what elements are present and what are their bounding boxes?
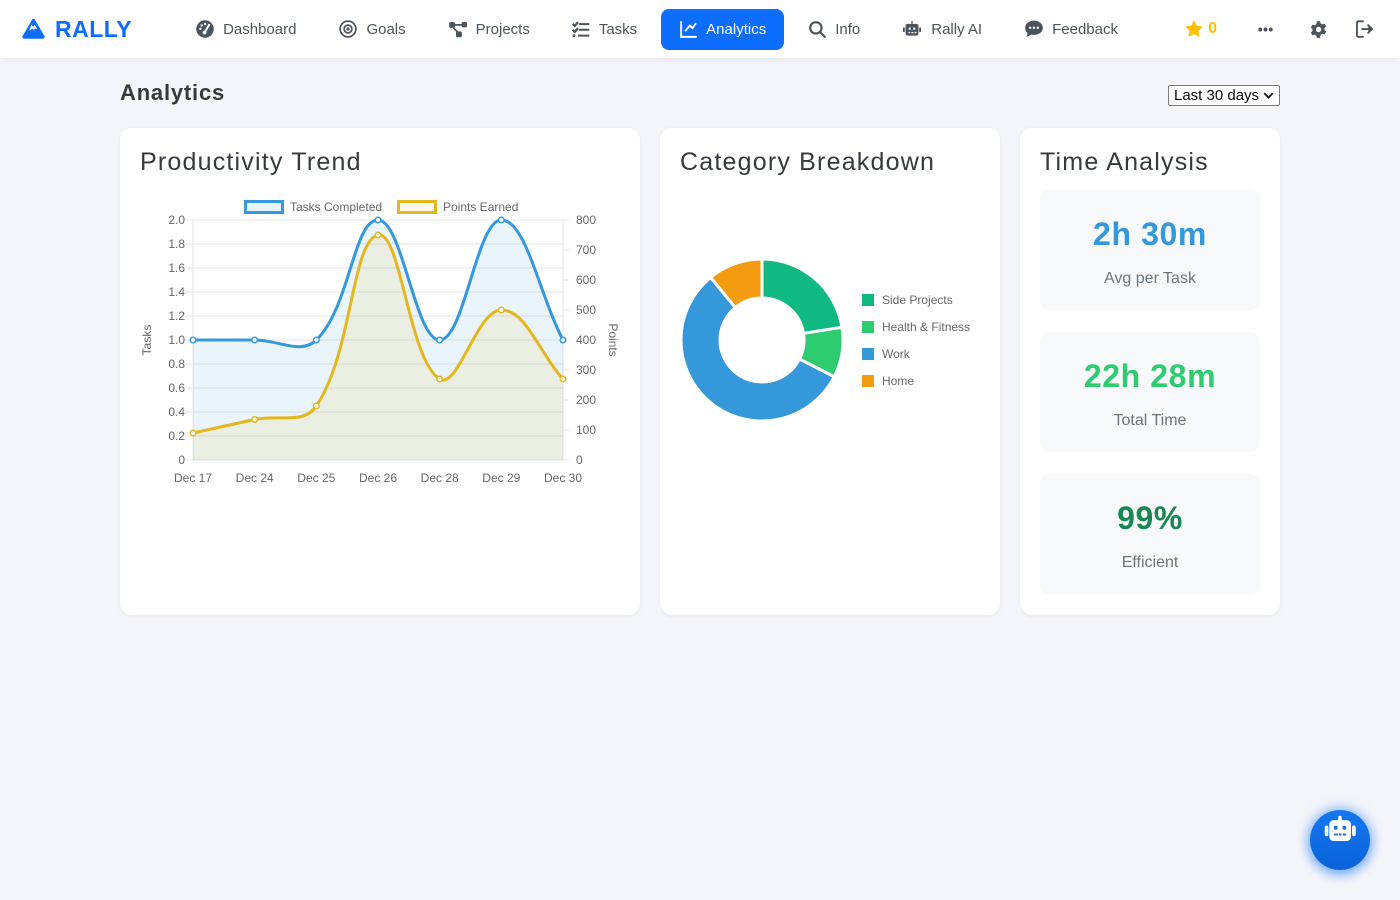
svg-text:Dec 24: Dec 24	[236, 471, 274, 485]
svg-text:Tasks: Tasks	[140, 325, 154, 356]
svg-text:400: 400	[576, 333, 596, 347]
svg-text:0.4: 0.4	[168, 405, 185, 419]
svg-text:0: 0	[178, 453, 185, 467]
svg-text:1.8: 1.8	[168, 237, 185, 251]
svg-text:Tasks Completed: Tasks Completed	[290, 200, 382, 214]
svg-text:Dec 29: Dec 29	[482, 471, 520, 485]
svg-text:1.6: 1.6	[168, 261, 185, 275]
svg-text:Dec 17: Dec 17	[174, 471, 212, 485]
svg-text:100: 100	[576, 423, 596, 437]
svg-text:1.2: 1.2	[168, 309, 185, 323]
svg-text:500: 500	[576, 303, 596, 317]
svg-text:Dec 25: Dec 25	[297, 471, 335, 485]
svg-text:700: 700	[576, 243, 596, 257]
svg-text:1.0: 1.0	[168, 333, 185, 347]
svg-text:Dec 30: Dec 30	[544, 471, 582, 485]
svg-text:1.4: 1.4	[168, 285, 185, 299]
svg-text:2.0: 2.0	[168, 213, 185, 227]
svg-text:0.8: 0.8	[168, 357, 185, 371]
svg-text:800: 800	[576, 213, 596, 227]
svg-text:600: 600	[576, 273, 596, 287]
svg-text:Points: Points	[606, 323, 620, 356]
svg-text:Dec 28: Dec 28	[421, 471, 459, 485]
svg-text:0: 0	[576, 453, 583, 467]
svg-text:0.6: 0.6	[168, 381, 185, 395]
svg-text:0.2: 0.2	[168, 429, 185, 443]
svg-text:200: 200	[576, 393, 596, 407]
svg-text:Dec 26: Dec 26	[359, 471, 397, 485]
svg-text:Points Earned: Points Earned	[443, 200, 518, 214]
svg-text:300: 300	[576, 363, 596, 377]
